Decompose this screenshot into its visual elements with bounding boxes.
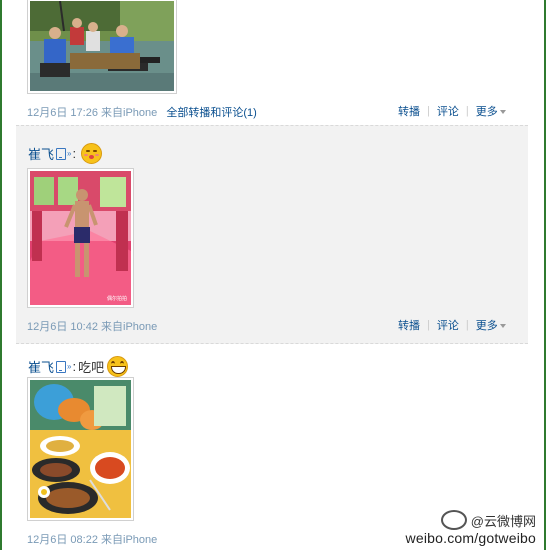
photo-caption: 偶尔拍拍 bbox=[106, 296, 127, 302]
post-3-text: 吃吧 bbox=[78, 360, 105, 375]
post-2-source: 来自iPhone bbox=[101, 321, 158, 333]
more-button[interactable]: 更多 bbox=[476, 317, 506, 333]
action-divider: | bbox=[427, 105, 430, 117]
post-1-photo[interactable] bbox=[27, 0, 177, 94]
signal-icon: » bbox=[67, 149, 72, 158]
action-divider: | bbox=[465, 105, 469, 117]
more-label: 更多 bbox=[475, 106, 498, 118]
post-1-source: 来自iPhone bbox=[101, 107, 158, 119]
post-1-meta: 12月6日 17:26 来自iPhone 全部转播和评论(1) bbox=[27, 104, 257, 120]
post-1-actions: 转播 | 评论 | 更多 bbox=[398, 103, 506, 119]
mobile-icon bbox=[56, 360, 67, 373]
post-2-photo[interactable]: 偶尔拍拍 bbox=[27, 168, 134, 308]
post-3-source: 来自iPhone bbox=[101, 534, 158, 546]
more-label: 更多 bbox=[475, 320, 498, 332]
post-3-author[interactable]: 崔飞 bbox=[28, 357, 54, 376]
post-2-header: 崔飞 » : bbox=[28, 143, 103, 164]
post-3-time[interactable]: 12月6日 08:22 bbox=[27, 534, 98, 546]
post-2-meta: 12月6日 10:42 来自iPhone bbox=[27, 318, 157, 334]
author-colon: : bbox=[72, 146, 77, 161]
post-1-time[interactable]: 12月6日 17:26 bbox=[27, 107, 98, 119]
post-2-actions: 转播 | 评论 | 更多 bbox=[398, 317, 506, 333]
post-1-all-comments-link[interactable]: 全部转播和评论(1) bbox=[166, 107, 256, 119]
post-2: 崔飞 » : 偶尔拍拍 12月6日 10:42 来自iPhone 转播 | 评论… bbox=[16, 125, 528, 344]
watermark-brand: @云微博网 bbox=[470, 513, 536, 529]
boat-photo-image bbox=[30, 1, 174, 91]
watermark-brand-row: @云微博网 bbox=[406, 510, 536, 530]
comment-button[interactable]: 评论 bbox=[437, 317, 459, 333]
pink-room-photo-image bbox=[30, 171, 131, 305]
grin-face-emoji-icon bbox=[107, 356, 129, 377]
window-frame-left bbox=[0, 0, 2, 550]
action-divider: | bbox=[465, 319, 469, 331]
post-1: 12月6日 17:26 来自iPhone 全部转播和评论(1) 转播 | 评论 … bbox=[16, 0, 528, 122]
signal-icon: » bbox=[67, 362, 72, 371]
watermark: @云微博网 weibo.com/gotweibo bbox=[406, 510, 536, 546]
forward-button[interactable]: 转播 bbox=[398, 103, 420, 119]
watermark-url: weibo.com/gotweibo bbox=[405, 530, 536, 546]
weibo-logo-icon bbox=[440, 510, 467, 530]
post-3-meta: 12月6日 08:22 来自iPhone bbox=[27, 531, 157, 547]
chevron-down-icon bbox=[499, 324, 506, 329]
post-2-author[interactable]: 崔飞 bbox=[28, 144, 54, 163]
more-button[interactable]: 更多 bbox=[476, 103, 506, 119]
food-photo-image bbox=[30, 380, 131, 518]
chevron-down-icon bbox=[499, 110, 506, 115]
forward-button[interactable]: 转播 bbox=[398, 317, 420, 333]
mobile-icon bbox=[56, 147, 67, 160]
shy-face-emoji-icon bbox=[81, 143, 103, 164]
post-2-time[interactable]: 12月6日 10:42 bbox=[27, 321, 98, 333]
comment-button[interactable]: 评论 bbox=[437, 103, 459, 119]
post-3-header: 崔飞 » : 吃吧 bbox=[28, 356, 129, 377]
post-3-photo[interactable] bbox=[27, 377, 134, 521]
action-divider: | bbox=[427, 319, 430, 331]
author-colon: : bbox=[72, 359, 77, 374]
